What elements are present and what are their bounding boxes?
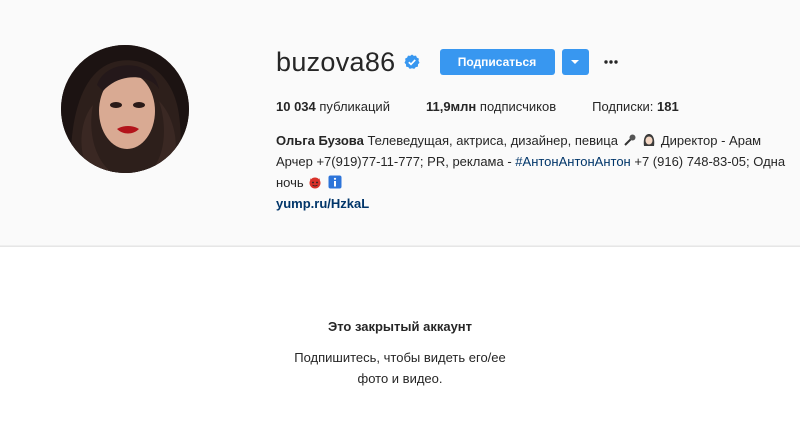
bio-text-line2b: +7 (916) 748-83-05; [634,154,750,169]
private-subtitle-line2: фото и видео. [357,371,443,386]
following-count[interactable]: Подписки: 181 [592,99,679,114]
info-emoji [328,174,342,189]
followers-count[interactable]: 11,9млн подписчиков [426,99,556,114]
avatar-portrait [61,45,189,173]
bio-website-link[interactable]: yump.ru/HzkaL [276,193,796,214]
more-options-icon[interactable] [603,52,619,72]
username: buzova86 [276,46,396,77]
profile-header: buzova86 Подписаться 10 034 публикаций 1… [0,0,800,245]
profile-title-row: buzova86 Подписаться [276,44,796,80]
profile-bio: Ольга Бузова Телеведущая, актриса, дизай… [276,130,796,214]
profile-avatar[interactable] [61,45,189,173]
woman-emoji [642,132,656,146]
chevron-down-icon [571,60,579,64]
bio-text-line2: Арчер +7(919)77-11-777; PR, реклама - [276,154,512,169]
private-account-notice: Это закрытый аккаунт Подпишитесь, чтобы … [0,246,800,430]
full-name: Ольга Бузова [276,133,364,148]
hashtag-link[interactable]: #АнтонАнтонАнтон [515,154,630,169]
profile-stats: 10 034 публикаций 11,9млн подписчиков По… [276,97,796,115]
private-account-subtitle: Подпишитесь, чтобы видеть его/ее фото и … [0,347,800,389]
bio-text-line1: Телеведущая, актриса, дизайнер, певица [367,133,618,148]
followers-value: 11,9млн [425,98,477,114]
private-subtitle-line1: Подпишитесь, чтобы видеть его/ее [294,350,506,365]
bio-text-line1b: Директор - Арам [660,133,762,148]
posts-label: публикаций [319,98,390,114]
following-value: 181 [657,98,679,114]
devil-emoji [308,174,322,189]
profile-info: buzova86 Подписаться 10 034 публикаций 1… [276,44,796,214]
follow-options-button[interactable] [561,49,589,75]
followers-label: подписчиков [479,98,557,114]
follow-button[interactable]: Подписаться [439,49,555,75]
following-label: Подписки: [592,98,654,114]
posts-value: 10 034 [276,98,316,114]
posts-count: 10 034 публикаций [276,99,390,114]
verified-badge-icon [404,54,420,70]
microphone-emoji [623,132,637,146]
private-account-title: Это закрытый аккаунт [327,319,473,334]
